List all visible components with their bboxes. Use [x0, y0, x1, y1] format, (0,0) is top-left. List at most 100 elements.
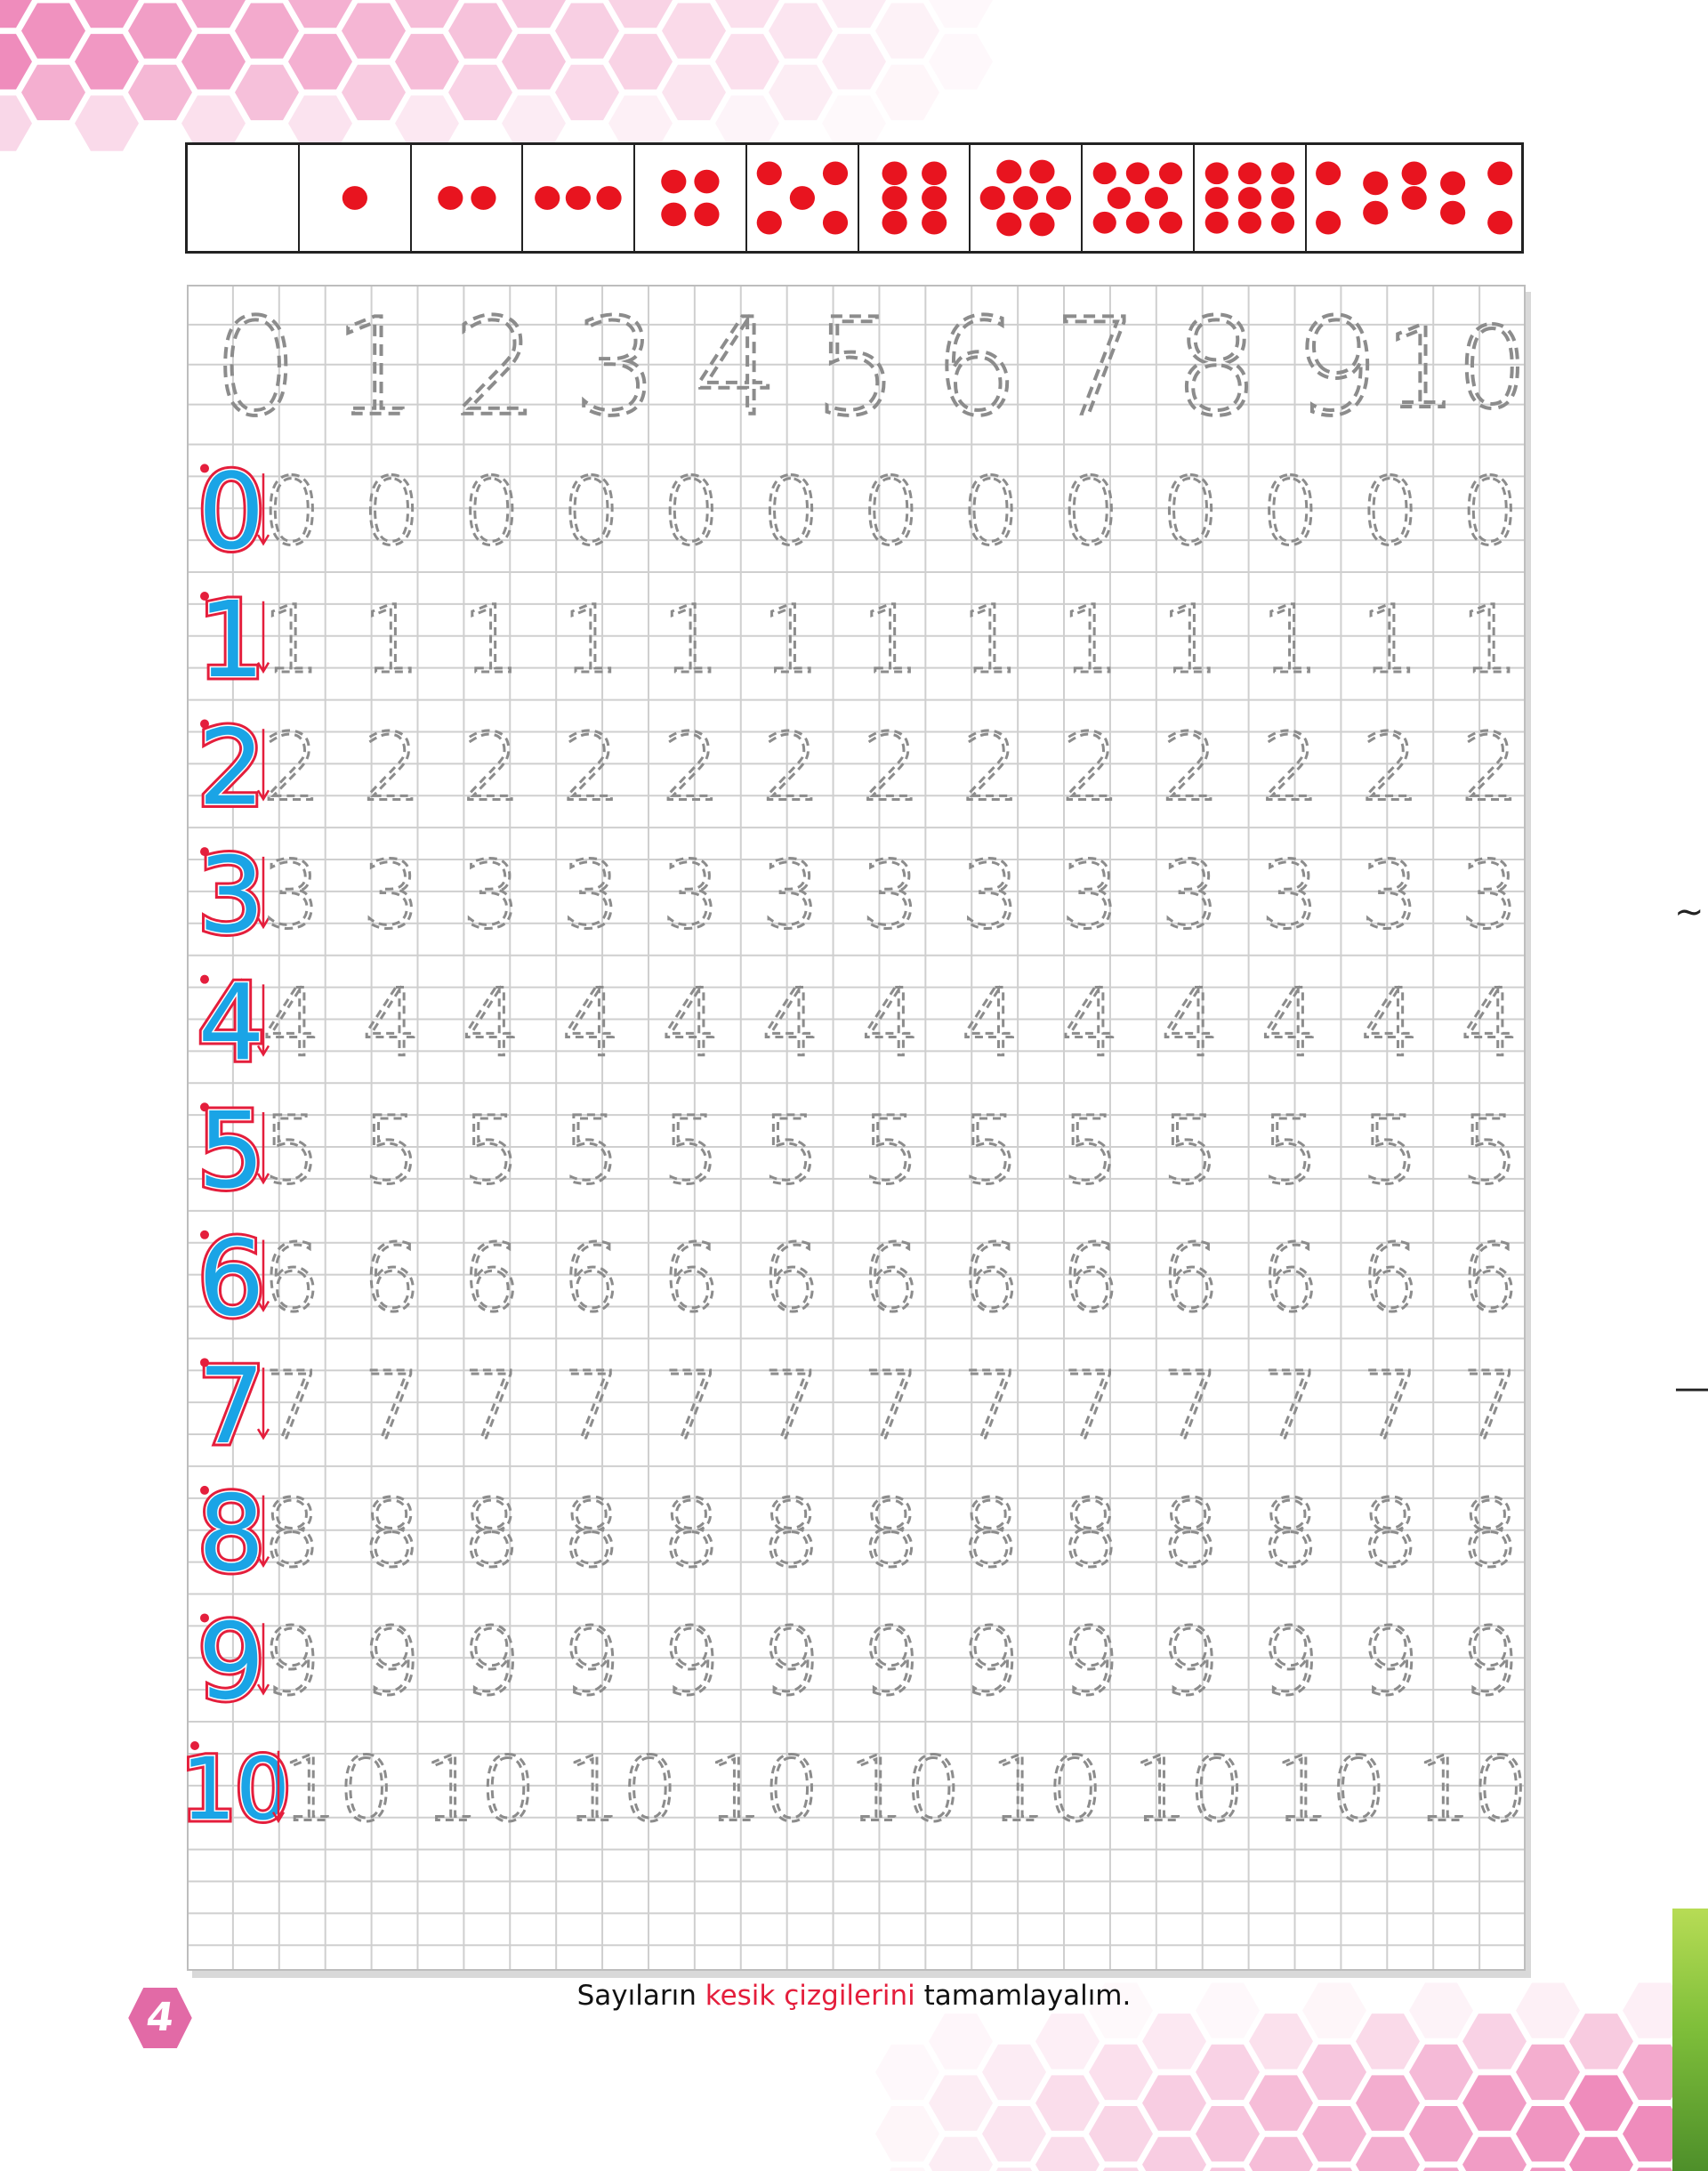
hexagon-tile: [235, 64, 299, 121]
red-dot: [1125, 211, 1150, 234]
trace-digit-6: 6: [1361, 1224, 1420, 1333]
trace-digit-0: 0: [861, 457, 920, 566]
dot-card-8: [1081, 145, 1193, 251]
hexagon-tile: [822, 0, 886, 28]
trace-digit-1: 1: [1261, 585, 1319, 694]
trace-digit-1: 1: [761, 585, 820, 694]
red-dot: [1013, 186, 1039, 210]
start-dot-icon: [200, 591, 209, 601]
hexagon-tile: [342, 3, 406, 59]
red-dot: [694, 169, 720, 194]
trace-digit-4: 4: [1361, 968, 1420, 1077]
trace-digit-6: 6: [1261, 1224, 1319, 1333]
dot-card-9: [1192, 145, 1305, 251]
trace-digit-0: 0: [562, 457, 621, 566]
practice-row-8: 888 8 8 8 8 8 8 8 8 8 8 8 8: [194, 1468, 1521, 1599]
trace-digit-7: 7: [1161, 1352, 1220, 1460]
red-dot: [882, 186, 907, 210]
red-dot: [1486, 161, 1512, 186]
dot-card-3: [521, 145, 633, 251]
trace-digit-10: 10: [1415, 1737, 1526, 1841]
trace-digit-0: 0: [1361, 457, 1420, 566]
trace-digit-0: 0: [662, 457, 721, 566]
trace-digit-5: 5: [362, 1096, 421, 1205]
hexagon-tile: [1462, 2136, 1527, 2171]
red-dot: [756, 161, 782, 186]
start-dot-icon: [200, 1230, 209, 1239]
hexagon-tile: [995, 2167, 1033, 2171]
red-dot: [596, 186, 622, 210]
trace-digit-2: 2: [362, 713, 421, 821]
dot-card-4: [633, 145, 745, 251]
trace-digit-3: 3: [861, 841, 920, 949]
trace-digit-5: 5: [1361, 1096, 1420, 1205]
trace-digit-5: 5: [562, 1096, 621, 1205]
trace-digit-2: 2: [662, 713, 721, 821]
trace-digit-0: 0: [262, 457, 321, 566]
header-digit-9: 9: [1294, 291, 1379, 446]
trace-digit-0: 0: [1161, 457, 1220, 566]
start-dot-icon: [200, 1613, 209, 1623]
hexagon-tile: [608, 34, 673, 90]
dot-count-strip: [185, 142, 1524, 254]
hexagon-tile: [181, 0, 246, 28]
hexagon-tile: [0, 34, 32, 90]
practice-row-3: 333 3 3 3 3 3 3 3 3 3 3 3 3: [194, 829, 1521, 960]
hexagon-tile: [1302, 2044, 1366, 2101]
trace-digit-4: 4: [362, 968, 421, 1077]
trace-digit-2: 2: [1461, 713, 1519, 821]
hexagon-tile: [929, 2014, 993, 2070]
trace-digit-7: 7: [1261, 1352, 1319, 1460]
red-dot: [822, 161, 848, 186]
hexagon-pattern-top: [0, 0, 993, 151]
trace-digit-7: 7: [562, 1352, 621, 1460]
red-dot: [1270, 162, 1294, 185]
hexagon-tile: [75, 0, 139, 28]
trace-digit-9: 9: [1261, 1607, 1319, 1715]
trace-digit-4: 4: [262, 968, 321, 1077]
header-digit-5: 5: [814, 291, 898, 446]
trace-digit-10: 10: [990, 1737, 1103, 1841]
trace-digit-9: 9: [1061, 1607, 1120, 1715]
red-dot: [996, 159, 1022, 184]
hexagon-tile: [982, 2106, 1046, 2162]
trace-digit-5: 5: [262, 1096, 321, 1205]
hexagon-tile: [342, 64, 406, 121]
red-dot: [1092, 211, 1116, 234]
header-digit-6: 6: [934, 291, 1019, 446]
trace-digit-6: 6: [1061, 1224, 1120, 1333]
hexagon-tile: [608, 0, 673, 28]
hexagon-tile: [1462, 2075, 1527, 2131]
trace-digit-0: 0: [462, 457, 520, 566]
hexagon-tile: [1035, 2075, 1100, 2131]
red-dot: [921, 161, 947, 186]
start-dot-icon: [200, 974, 209, 984]
header-digits: 0 1 2 3 4 5 6 7 8 9 10: [212, 289, 1526, 448]
trace-digit-1: 1: [962, 585, 1020, 694]
trace-digit-7: 7: [262, 1352, 321, 1460]
trace-digit-1: 1: [1061, 585, 1120, 694]
trace-digit-2: 2: [562, 713, 621, 821]
practice-row-6: 666 6 6 6 6 6 6 6 6 6 6 6 6: [194, 1213, 1521, 1344]
hexagon-tile: [822, 34, 886, 90]
trace-digit-2: 2: [1061, 713, 1120, 821]
hexagon-tile: [0, 95, 32, 151]
hexagon-tile: [21, 64, 85, 121]
red-dot: [661, 202, 687, 227]
hexagon-tile: [502, 0, 566, 28]
hexagon-tile: [555, 64, 619, 121]
trace-digit-8: 8: [362, 1480, 421, 1588]
hexagon-tile: [929, 0, 993, 28]
trace-digit-8: 8: [1261, 1480, 1319, 1588]
trace-digit-0: 0: [962, 457, 1020, 566]
trace-digit-2: 2: [262, 713, 321, 821]
instruction-highlight: kesik çizgilerini: [705, 1980, 915, 2012]
hexagon-tile: [1249, 2075, 1313, 2131]
trace-digit-3: 3: [262, 841, 321, 949]
hexagon-tile: [929, 34, 993, 90]
practice-grid: 0 1 2 3 4 5 6 7 8 9 10000 0 0 0 0 0 0 0 0 0 0 0 0111 1 1 1 1 1 1 1 1 1 1…: [187, 285, 1526, 1971]
practice-row-10: 101010 10 10 10 10 10 10 10 10: [187, 1735, 1526, 1843]
trace-digit-9: 9: [761, 1607, 820, 1715]
hexagon-tile: [1249, 2136, 1313, 2171]
hexagon-tile: [448, 64, 512, 121]
